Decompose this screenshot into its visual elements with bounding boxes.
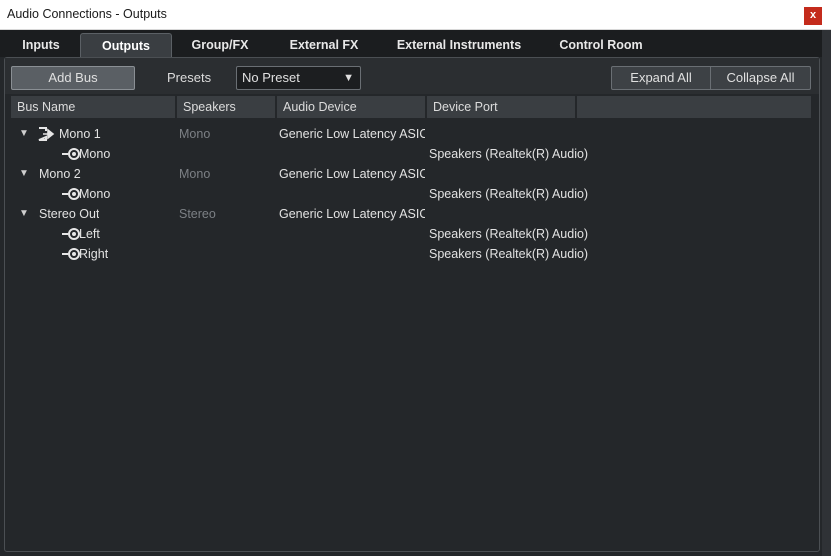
audio-device-value[interactable]: Generic Low Latency ASIO D — [279, 164, 425, 184]
toolbar: Add Bus Presets No Preset ▼ Expand All C… — [5, 58, 819, 94]
triangle-down-icon[interactable]: ▼ — [19, 124, 29, 144]
preset-value: No Preset — [242, 70, 300, 85]
triangle-down-icon[interactable]: ▼ — [19, 204, 29, 224]
close-button[interactable]: x — [804, 7, 822, 25]
audio-device-value[interactable]: Generic Low Latency ASIO D — [279, 124, 425, 144]
tab-control-room[interactable]: Control Room — [544, 33, 658, 57]
channel-name: Mono — [79, 147, 111, 161]
channel-name: Left — [79, 227, 100, 241]
speakers-value: Mono — [179, 167, 211, 181]
table-row[interactable]: ▼ Mono 2 Mono Generic Low Latency ASIO D — [11, 164, 811, 184]
column-extra — [577, 96, 811, 118]
speakers-value: Mono — [179, 127, 211, 141]
tab-external-fx[interactable]: External FX — [272, 33, 376, 57]
bus-name: Stereo Out — [39, 207, 100, 221]
title-bar: Audio Connections - Outputs x — [0, 0, 831, 30]
tab-bar: Inputs Outputs Group/FX External FX Exte… — [0, 30, 831, 57]
channel-target-icon — [62, 148, 80, 160]
bus-name: Mono 1 — [59, 127, 101, 141]
table-row[interactable]: ▼ Mono 1 Mono Generic Low Latency ASIO D — [11, 124, 811, 144]
presets-label: Presets — [167, 70, 212, 85]
device-port-value[interactable]: Speakers (Realtek(R) Audio) — [429, 184, 588, 204]
expand-collapse-group: Expand All Collapse All — [611, 66, 811, 90]
table-row[interactable]: Mono Speakers (Realtek(R) Audio) — [11, 184, 811, 204]
table-row[interactable]: Left Speakers (Realtek(R) Audio) — [11, 224, 811, 244]
column-bus-name[interactable]: Bus Name — [11, 96, 175, 118]
table-header: Bus Name Speakers Audio Device Device Po… — [11, 96, 811, 118]
column-device-port[interactable]: Device Port — [427, 96, 575, 118]
expand-all-button[interactable]: Expand All — [612, 67, 710, 89]
channel-name: Mono — [79, 187, 111, 201]
table-row[interactable]: Mono Speakers (Realtek(R) Audio) — [11, 144, 811, 164]
tab-group-fx[interactable]: Group/FX — [176, 33, 264, 57]
background-window-edge — [822, 30, 831, 556]
device-port-value[interactable]: Speakers (Realtek(R) Audio) — [429, 224, 588, 244]
bus-name: Mono 2 — [39, 167, 81, 181]
window-title: Audio Connections - Outputs — [7, 7, 167, 21]
table-row[interactable]: Right Speakers (Realtek(R) Audio) — [11, 244, 811, 264]
column-audio-device[interactable]: Audio Device — [277, 96, 425, 118]
tab-inputs[interactable]: Inputs — [6, 33, 76, 57]
column-speakers[interactable]: Speakers — [177, 96, 275, 118]
outputs-panel: Add Bus Presets No Preset ▼ Expand All C… — [4, 57, 820, 552]
preset-select[interactable]: No Preset ▼ — [236, 66, 361, 90]
audio-device-value[interactable]: Generic Low Latency ASIO D — [279, 204, 425, 224]
tab-external-instruments[interactable]: External Instruments — [386, 33, 532, 57]
audio-connections-window: Audio Connections - Outputs x Inputs Out… — [0, 0, 831, 556]
channel-target-icon — [62, 228, 80, 240]
channel-target-icon — [62, 248, 80, 260]
collapse-all-button[interactable]: Collapse All — [711, 67, 810, 89]
add-bus-button[interactable]: Add Bus — [11, 66, 135, 90]
triangle-down-icon[interactable]: ▼ — [19, 164, 29, 184]
output-arrow-icon — [38, 127, 55, 141]
tab-outputs[interactable]: Outputs — [80, 33, 172, 57]
dropdown-arrow-icon: ▼ — [343, 72, 354, 84]
channel-target-icon — [62, 188, 80, 200]
channel-name: Right — [79, 247, 109, 261]
device-port-value[interactable]: Speakers (Realtek(R) Audio) — [429, 144, 588, 164]
speakers-value: Stereo — [179, 207, 216, 221]
table-row[interactable]: ▼ Stereo Out Stereo Generic Low Latency … — [11, 204, 811, 224]
device-port-value[interactable]: Speakers (Realtek(R) Audio) — [429, 244, 588, 264]
